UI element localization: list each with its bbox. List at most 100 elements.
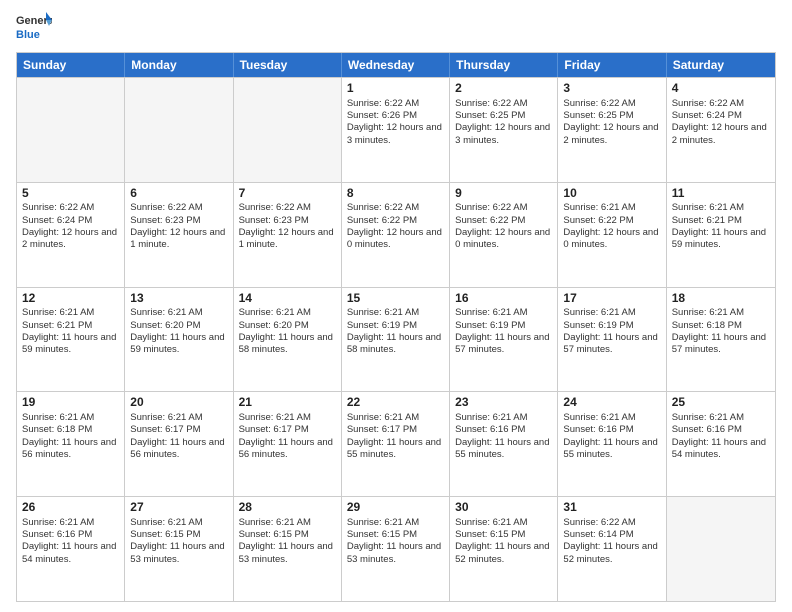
sunrise-text: Sunrise: 6:22 AM [347,98,419,109]
header-day-sunday: Sunday [17,53,125,77]
sunrise-text: Sunrise: 6:21 AM [672,307,744,318]
sunrise-text: Sunrise: 6:21 AM [455,307,527,318]
daylight-text: Daylight: 11 hours and 59 minutes. [130,332,224,355]
daylight-text: Daylight: 12 hours and 3 minutes. [455,122,550,145]
day-number: 1 [347,81,444,97]
day-number: 6 [130,186,227,202]
day-number: 25 [672,395,770,411]
day-number: 7 [239,186,336,202]
cal-cell-4-4: 30Sunrise: 6:21 AMSunset: 6:15 PMDayligh… [450,497,558,601]
sunrise-text: Sunrise: 6:22 AM [563,517,635,528]
sunrise-text: Sunrise: 6:21 AM [455,412,527,423]
cal-cell-0-5: 3Sunrise: 6:22 AMSunset: 6:25 PMDaylight… [558,78,666,182]
cal-cell-0-4: 2Sunrise: 6:22 AMSunset: 6:25 PMDaylight… [450,78,558,182]
daylight-text: Daylight: 11 hours and 56 minutes. [239,437,333,460]
sunset-text: Sunset: 6:23 PM [239,215,309,226]
day-number: 31 [563,500,660,516]
day-number: 19 [22,395,119,411]
day-number: 5 [22,186,119,202]
calendar-row-3: 19Sunrise: 6:21 AMSunset: 6:18 PMDayligh… [17,391,775,496]
day-number: 8 [347,186,444,202]
header-day-friday: Friday [558,53,666,77]
daylight-text: Daylight: 12 hours and 0 minutes. [347,227,442,250]
cal-cell-4-2: 28Sunrise: 6:21 AMSunset: 6:15 PMDayligh… [234,497,342,601]
sunrise-text: Sunrise: 6:22 AM [130,202,202,213]
header-day-saturday: Saturday [667,53,775,77]
sunset-text: Sunset: 6:22 PM [347,215,417,226]
calendar-row-0: 1Sunrise: 6:22 AMSunset: 6:26 PMDaylight… [17,77,775,182]
sunset-text: Sunset: 6:19 PM [347,320,417,331]
cal-cell-2-6: 18Sunrise: 6:21 AMSunset: 6:18 PMDayligh… [667,288,775,392]
daylight-text: Daylight: 11 hours and 57 minutes. [455,332,549,355]
day-number: 18 [672,291,770,307]
day-number: 13 [130,291,227,307]
cal-cell-2-4: 16Sunrise: 6:21 AMSunset: 6:19 PMDayligh… [450,288,558,392]
cal-cell-0-0 [17,78,125,182]
header-day-tuesday: Tuesday [234,53,342,77]
sunset-text: Sunset: 6:15 PM [239,529,309,540]
cal-cell-3-0: 19Sunrise: 6:21 AMSunset: 6:18 PMDayligh… [17,392,125,496]
sunrise-text: Sunrise: 6:21 AM [22,307,94,318]
sunrise-text: Sunrise: 6:21 AM [563,202,635,213]
day-number: 2 [455,81,552,97]
daylight-text: Daylight: 12 hours and 2 minutes. [563,122,658,145]
sunset-text: Sunset: 6:25 PM [455,110,525,121]
sunrise-text: Sunrise: 6:21 AM [563,307,635,318]
sunset-text: Sunset: 6:22 PM [455,215,525,226]
sunset-text: Sunset: 6:17 PM [239,424,309,435]
header-day-wednesday: Wednesday [342,53,450,77]
cal-cell-4-3: 29Sunrise: 6:21 AMSunset: 6:15 PMDayligh… [342,497,450,601]
sunrise-text: Sunrise: 6:21 AM [239,412,311,423]
day-number: 29 [347,500,444,516]
header-day-thursday: Thursday [450,53,558,77]
cal-cell-0-6: 4Sunrise: 6:22 AMSunset: 6:24 PMDaylight… [667,78,775,182]
cal-cell-3-1: 20Sunrise: 6:21 AMSunset: 6:17 PMDayligh… [125,392,233,496]
day-number: 24 [563,395,660,411]
svg-text:Blue: Blue [16,29,40,41]
sunrise-text: Sunrise: 6:22 AM [22,202,94,213]
sunset-text: Sunset: 6:17 PM [347,424,417,435]
day-number: 16 [455,291,552,307]
cal-cell-2-2: 14Sunrise: 6:21 AMSunset: 6:20 PMDayligh… [234,288,342,392]
cal-cell-4-1: 27Sunrise: 6:21 AMSunset: 6:15 PMDayligh… [125,497,233,601]
daylight-text: Daylight: 11 hours and 56 minutes. [22,437,116,460]
calendar-row-1: 5Sunrise: 6:22 AMSunset: 6:24 PMDaylight… [17,182,775,287]
sunset-text: Sunset: 6:16 PM [672,424,742,435]
day-number: 10 [563,186,660,202]
cal-cell-0-1 [125,78,233,182]
cal-cell-2-0: 12Sunrise: 6:21 AMSunset: 6:21 PMDayligh… [17,288,125,392]
sunrise-text: Sunrise: 6:21 AM [672,412,744,423]
day-number: 15 [347,291,444,307]
daylight-text: Daylight: 12 hours and 1 minute. [239,227,334,250]
cal-cell-1-3: 8Sunrise: 6:22 AM Sunset: 6:22 PMDaylight… [342,183,450,287]
sunrise-text: Sunrise: 6:21 AM [22,412,94,423]
day-number: 14 [239,291,336,307]
sunset-text: Sunset: 6:15 PM [347,529,417,540]
sunrise-text: Sunrise: 6:21 AM [347,517,419,528]
sunrise-text: Sunrise: 6:22 AM [672,98,744,109]
daylight-text: Daylight: 11 hours and 52 minutes. [455,541,549,564]
cal-cell-1-5: 10Sunrise: 6:21 AMSunset: 6:22 PMDayligh… [558,183,666,287]
daylight-text: Daylight: 11 hours and 54 minutes. [22,541,116,564]
page: General Blue SundayMondayTuesdayWednesda… [0,0,792,612]
daylight-text: Daylight: 12 hours and 0 minutes. [563,227,658,250]
sunset-text: Sunset: 6:20 PM [130,320,200,331]
sunrise-text: Sunrise: 6:21 AM [563,412,635,423]
daylight-text: Daylight: 11 hours and 56 minutes. [130,437,224,460]
cal-cell-2-1: 13Sunrise: 6:21 AMSunset: 6:20 PMDayligh… [125,288,233,392]
daylight-text: Daylight: 11 hours and 55 minutes. [347,437,441,460]
day-number: 21 [239,395,336,411]
cal-cell-3-3: 22Sunrise: 6:21 AMSunset: 6:17 PMDayligh… [342,392,450,496]
header: General Blue [16,10,776,46]
daylight-text: Daylight: 11 hours and 55 minutes. [563,437,657,460]
day-number: 30 [455,500,552,516]
sunset-text: Sunset: 6:24 PM [672,110,742,121]
daylight-text: Daylight: 11 hours and 53 minutes. [239,541,333,564]
sunrise-text: Sunrise: 6:22 AM [347,202,419,213]
sunset-text: Sunset: 6:16 PM [455,424,525,435]
sunrise-text: Sunrise: 6:21 AM [239,517,311,528]
cal-cell-1-0: 5Sunrise: 6:22 AMSunset: 6:24 PMDaylight… [17,183,125,287]
daylight-text: Daylight: 12 hours and 0 minutes. [455,227,550,250]
cal-cell-0-2 [234,78,342,182]
daylight-text: Daylight: 11 hours and 59 minutes. [22,332,116,355]
